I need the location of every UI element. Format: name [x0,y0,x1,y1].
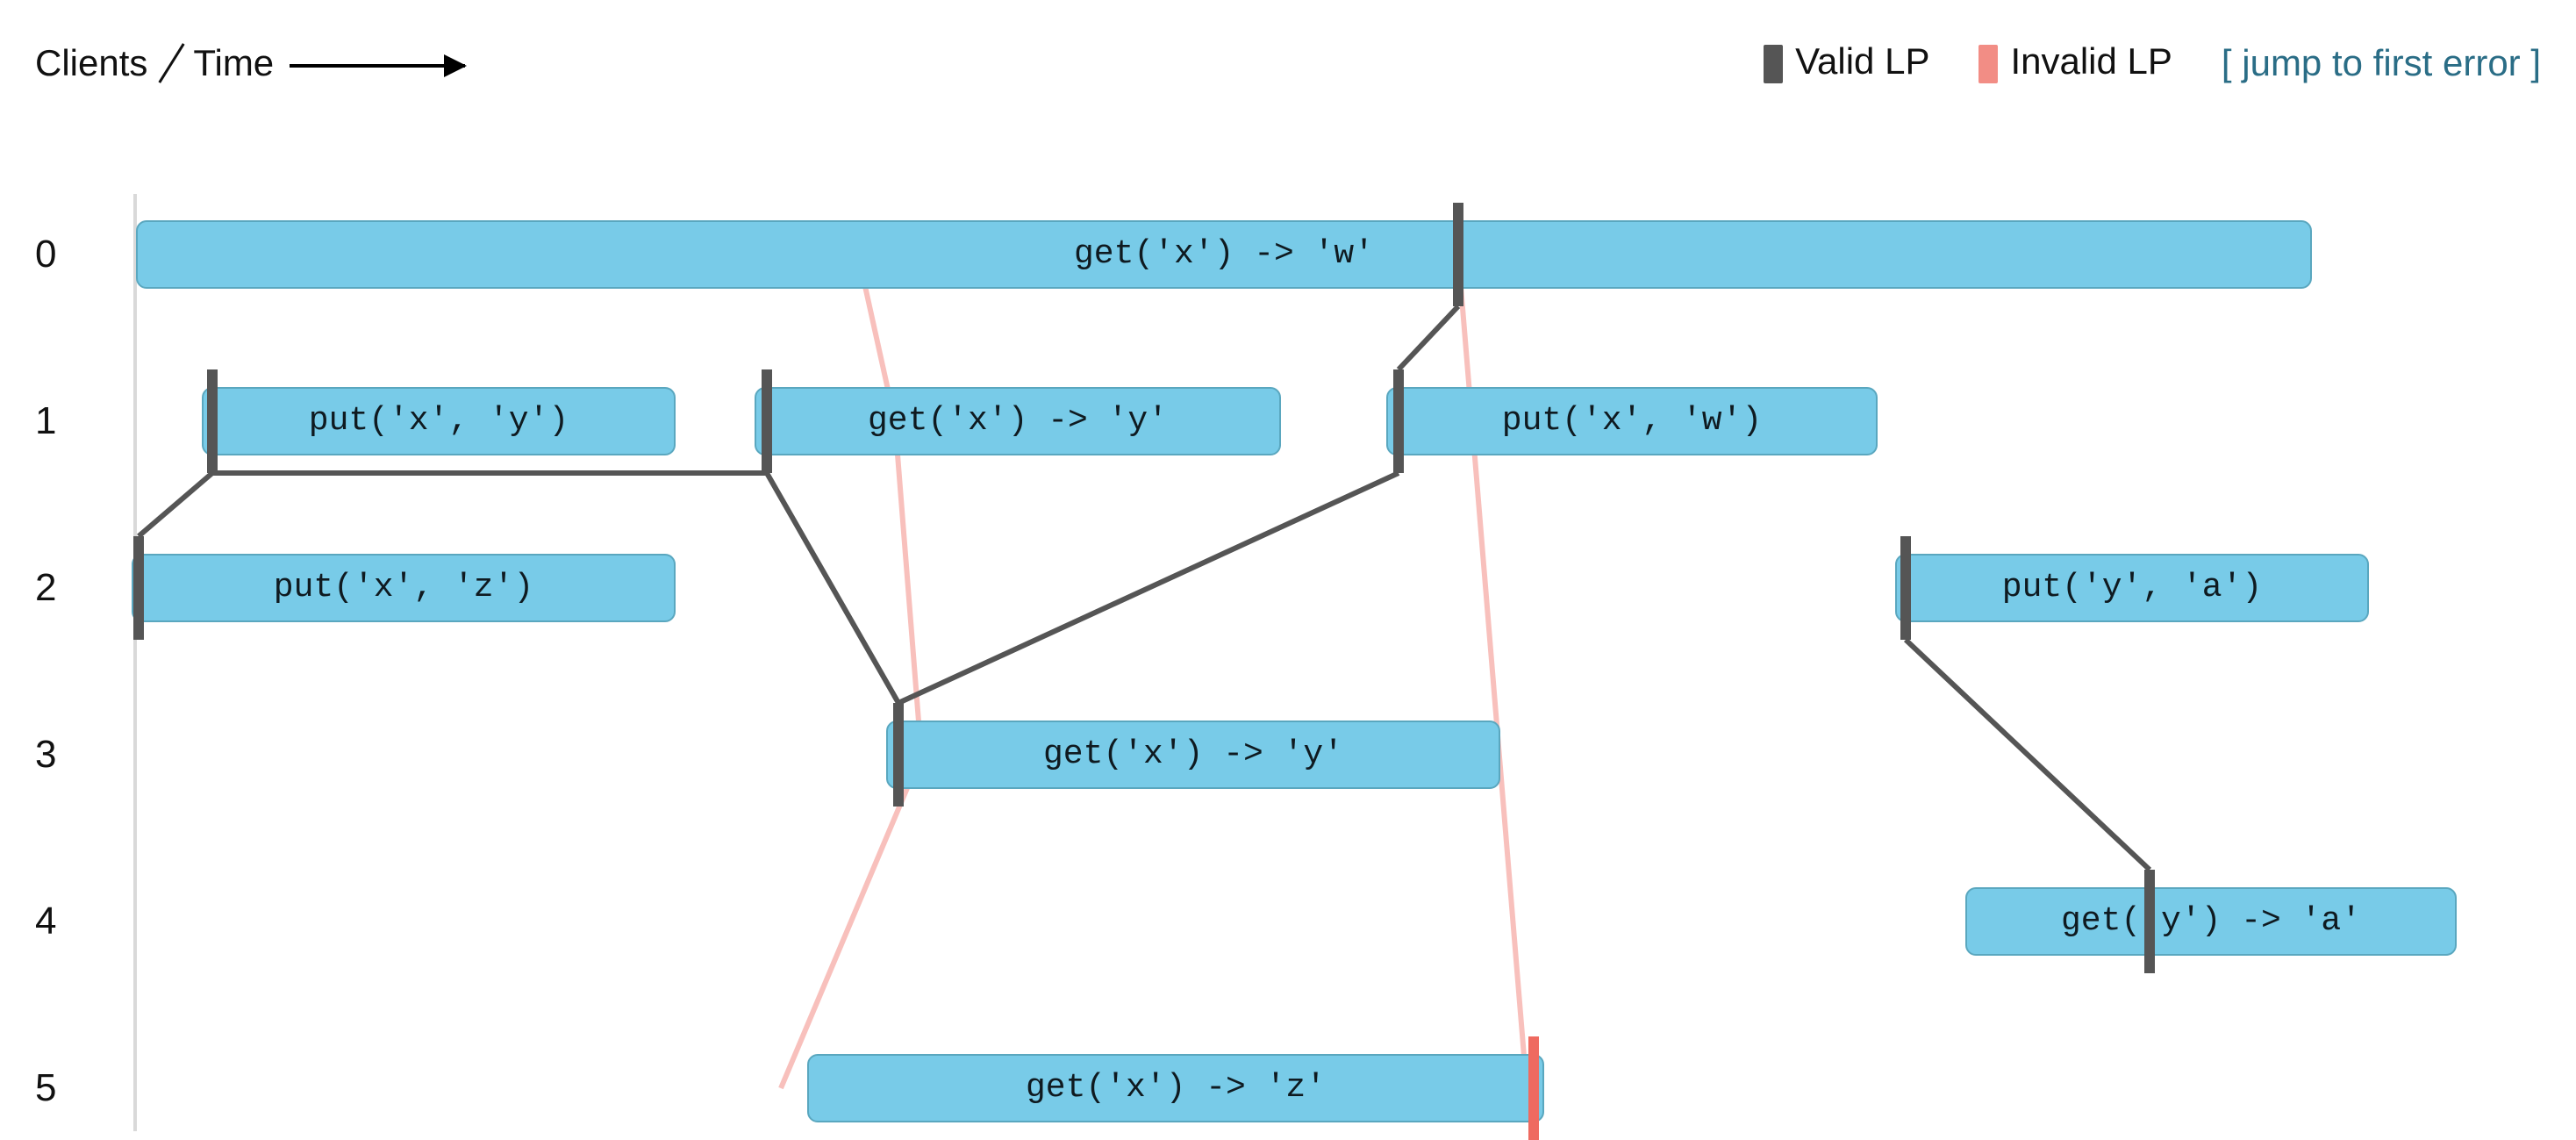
valid-edge [1399,306,1458,369]
valid-edge [139,473,212,536]
invalid-edge [1458,255,1527,1088]
invalid-edge [781,255,921,1088]
valid-edge [767,473,898,703]
edges-layer [0,0,2576,1125]
valid-edge [1906,640,2150,870]
valid-edge [898,473,1399,703]
